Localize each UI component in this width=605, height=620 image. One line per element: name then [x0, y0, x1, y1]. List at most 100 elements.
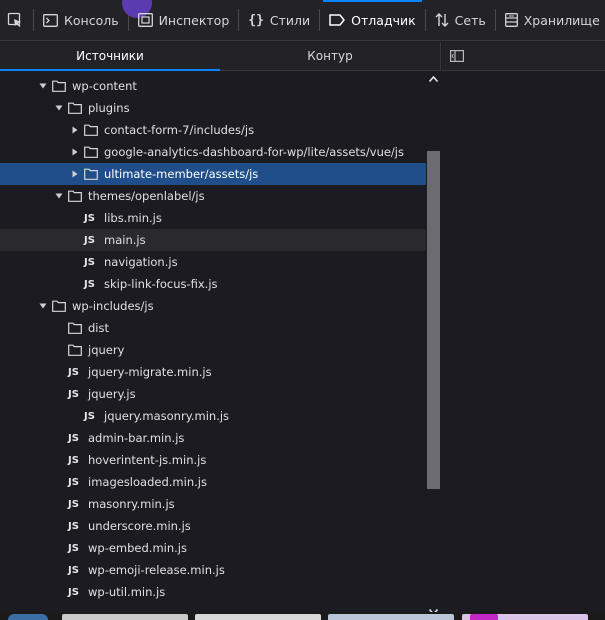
js-file-icon: JS: [84, 410, 95, 422]
picker-icon: [7, 12, 21, 27]
js-file-icon: JS: [84, 278, 95, 290]
braces-icon: {}: [248, 12, 264, 28]
chevron-up-icon: [429, 76, 438, 82]
tab-label: Хранилище: [523, 12, 600, 28]
tree-item-label: imagesloaded.min.js: [88, 475, 207, 489]
toggle-sidebar-icon[interactable]: [450, 50, 464, 62]
tab-debugger[interactable]: Отладчик: [323, 0, 423, 40]
tree-item-label: admin-bar.min.js: [88, 431, 185, 445]
tree-folder[interactable]: themes/openlabel/js: [0, 185, 426, 207]
tree-file[interactable]: JS underscore.min.js: [0, 515, 426, 537]
tree-file[interactable]: JS main.js: [0, 229, 426, 251]
tree-file[interactable]: JS jquery-migrate.min.js: [0, 361, 426, 383]
toolbar-separator: [33, 9, 34, 31]
folder-icon: [52, 80, 66, 92]
taskbar-item[interactable]: [62, 614, 188, 620]
tree-item-label: main.js: [104, 233, 146, 247]
devtools-toolbar: Консоль Инспектор {} Стили Отладчик Сеть Храни…: [0, 0, 605, 41]
tree-file[interactable]: JS wp-emoji-release.min.js: [0, 559, 426, 581]
editor-pane: [442, 42, 605, 620]
tree-item-label: masonry.min.js: [88, 497, 175, 511]
inspector-icon: [137, 13, 153, 27]
js-file-icon: JS: [84, 234, 95, 246]
tab-label: Консоль: [64, 12, 119, 28]
tree-file[interactable]: JS wp-util.min.js: [0, 581, 426, 603]
chevron-down-icon[interactable]: [53, 97, 65, 119]
js-file-icon: JS: [68, 366, 79, 378]
console-icon: [43, 13, 58, 27]
js-file-icon: JS: [68, 498, 79, 510]
tree-file[interactable]: JS jquery.js: [0, 383, 426, 405]
tree-folder[interactable]: contact-form-7/includes/js: [0, 119, 426, 141]
folder-icon: [84, 168, 98, 180]
folder-icon: [84, 146, 98, 158]
tree-file[interactable]: JS wp-embed.min.js: [0, 537, 426, 559]
scroll-up-arrow[interactable]: [426, 71, 441, 87]
tree-file[interactable]: JS admin-bar.min.js: [0, 427, 426, 449]
tree-item-label: wp-embed.min.js: [88, 541, 187, 555]
tab-network[interactable]: Сеть: [429, 0, 492, 40]
tree-folder[interactable]: jquery: [0, 339, 426, 361]
folder-icon: [68, 322, 82, 334]
tab-sources[interactable]: Источники: [0, 42, 220, 71]
toolbar-separator: [319, 9, 321, 31]
tab-braces[interactable]: {} Стили: [242, 0, 316, 40]
tab-outline[interactable]: Контур: [220, 42, 440, 70]
toolbar-separator: [424, 9, 426, 31]
toolbar-separator: [238, 9, 240, 31]
tree-file[interactable]: JS hoverintent-js.min.js: [0, 449, 426, 471]
tree-file[interactable]: JS imagesloaded.min.js: [0, 471, 426, 493]
tree-file[interactable]: JS libs.min.js: [0, 207, 426, 229]
tree-item-label: skip-link-focus-fix.js: [104, 277, 218, 291]
tree-file[interactable]: JS skip-link-focus-fix.js: [0, 273, 426, 295]
tree-item-label: ultimate-member/assets/js: [104, 167, 259, 181]
tree-file[interactable]: JS masonry.min.js: [0, 493, 426, 515]
tree-folder[interactable]: google-analytics-dashboard-for-wp/lite/a…: [0, 141, 426, 163]
tab-storage[interactable]: Хранилище: [499, 0, 605, 40]
js-file-icon: JS: [68, 476, 79, 488]
folder-icon: [68, 102, 82, 114]
tree-file[interactable]: JS jquery.masonry.min.js: [0, 405, 426, 427]
network-icon: [435, 13, 449, 27]
js-file-icon: JS: [68, 542, 79, 554]
sources-pane: Источники Контур wp-content plugins contac…: [0, 42, 441, 620]
toolbar-separator: [494, 9, 496, 31]
chevron-down-icon[interactable]: [37, 75, 49, 97]
tree-item-label: contact-form-7/includes/js: [104, 123, 255, 137]
tab-console[interactable]: Консоль: [37, 0, 125, 40]
js-file-icon: JS: [68, 520, 79, 532]
tree-item-label: libs.min.js: [104, 211, 162, 225]
start-button-fragment[interactable]: [8, 614, 48, 620]
js-file-icon: JS: [68, 454, 79, 466]
js-file-icon: JS: [84, 212, 95, 224]
chevron-down-icon[interactable]: [53, 185, 65, 207]
tree-scrollbar[interactable]: [426, 71, 441, 620]
taskbar-item[interactable]: [328, 614, 454, 620]
element-picker-button[interactable]: [0, 0, 30, 40]
tab-label: Отладчик: [351, 12, 416, 28]
tab-label: Стили: [269, 12, 311, 28]
chevron-right-icon[interactable]: [69, 141, 81, 163]
js-file-icon: JS: [68, 586, 79, 598]
tree-folder[interactable]: wp-includes/js: [0, 295, 426, 317]
tree-item-label: jquery.js: [88, 387, 136, 401]
tree-folder[interactable]: ultimate-member/assets/js: [0, 163, 426, 185]
tree-folder[interactable]: dist: [0, 317, 426, 339]
chevron-right-icon[interactable]: [69, 119, 81, 141]
tree-folder[interactable]: plugins: [0, 97, 426, 119]
tab-inspector[interactable]: Инспектор: [132, 0, 236, 40]
editor-header: [442, 42, 605, 71]
tree-item-label: wp-includes/js: [72, 299, 154, 313]
chevron-right-icon[interactable]: [69, 163, 81, 185]
chevron-down-icon[interactable]: [37, 295, 49, 317]
tree-item-label: jquery.masonry.min.js: [104, 409, 230, 423]
folder-icon: [68, 190, 82, 202]
taskbar-item[interactable]: [195, 614, 321, 620]
js-file-icon: JS: [68, 432, 79, 444]
scroll-thumb[interactable]: [427, 151, 440, 489]
tree-folder[interactable]: wp-content: [0, 75, 426, 97]
folder-icon: [68, 344, 82, 356]
tree-file[interactable]: JS navigation.js: [0, 251, 426, 273]
tree-item-label: underscore.min.js: [88, 519, 191, 533]
debugger-icon: [329, 14, 346, 26]
